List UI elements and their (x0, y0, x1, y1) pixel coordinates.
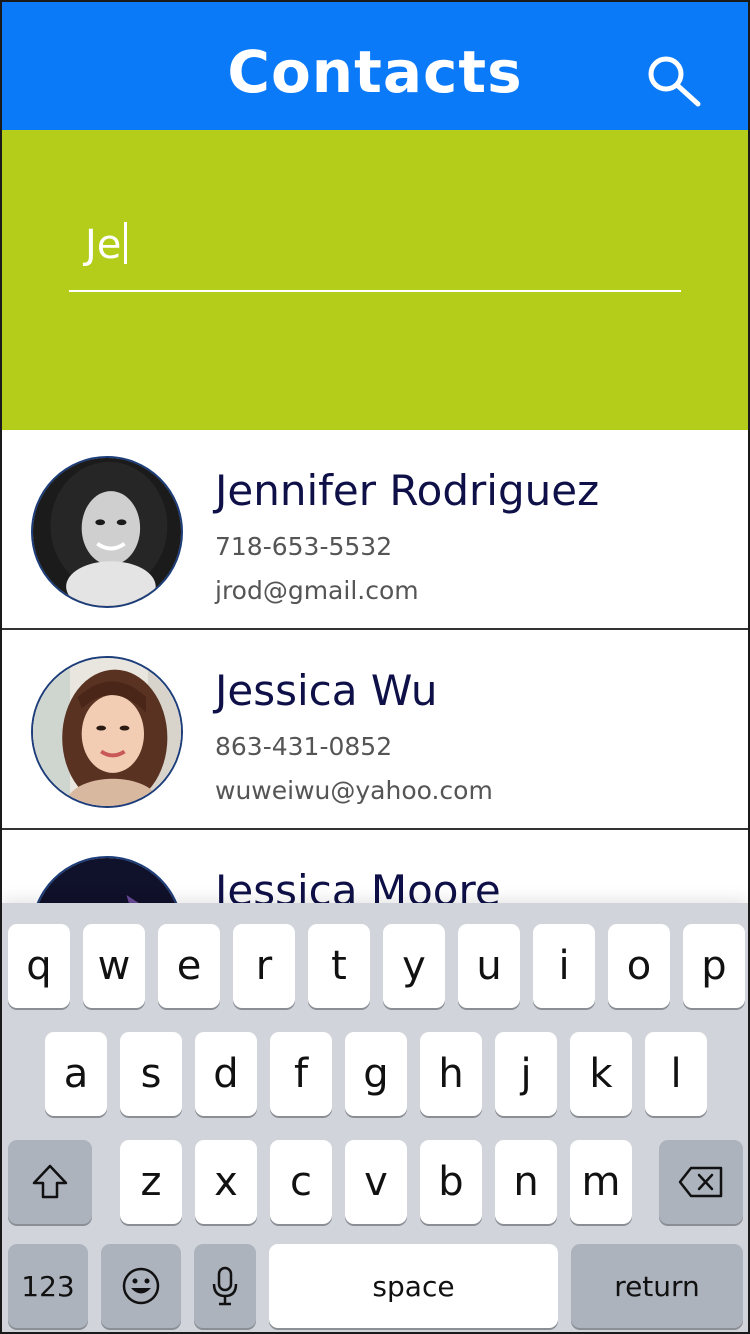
contact-phone: 863-431-0852 (215, 732, 393, 761)
contacts-app: Contacts Je Jennifer Rodriguez 718-653-5… (2, 2, 748, 1332)
numbers-key[interactable]: 123 (8, 1244, 88, 1328)
search-input[interactable]: Je (69, 216, 681, 292)
space-key[interactable]: space (269, 1244, 558, 1328)
contact-name: Jennifer Rodriguez (215, 466, 600, 515)
key-f[interactable]: f (270, 1032, 332, 1116)
avatar (31, 456, 183, 608)
avatar-photo (33, 458, 181, 606)
key-c[interactable]: c (270, 1140, 332, 1224)
contact-phone: 718-653-5532 (215, 532, 393, 561)
key-e[interactable]: e (158, 924, 220, 1008)
key-m[interactable]: m (570, 1140, 632, 1224)
shift-icon (32, 1164, 68, 1199)
emoji-icon (122, 1267, 160, 1305)
delete-key[interactable] (659, 1140, 743, 1224)
key-a[interactable]: a (45, 1032, 107, 1116)
avatar (31, 656, 183, 808)
contact-email: jrod@gmail.com (215, 576, 419, 605)
key-s[interactable]: s (120, 1032, 182, 1116)
key-o[interactable]: o (608, 924, 670, 1008)
key-z[interactable]: z (120, 1140, 182, 1224)
search-panel: Je (2, 130, 748, 430)
search-button[interactable] (644, 52, 704, 112)
on-screen-keyboard: q w e r t y u i o p a s d f g h j k l z … (2, 903, 748, 1332)
key-u[interactable]: u (458, 924, 520, 1008)
key-b[interactable]: b (420, 1140, 482, 1224)
emoji-key[interactable] (101, 1244, 181, 1328)
key-i[interactable]: i (533, 924, 595, 1008)
backspace-icon (678, 1166, 723, 1198)
key-d[interactable]: d (195, 1032, 257, 1116)
key-l[interactable]: l (645, 1032, 707, 1116)
page-title: Contacts (227, 38, 523, 106)
key-h[interactable]: h (420, 1032, 482, 1116)
return-key[interactable]: return (571, 1244, 743, 1328)
microphone-icon (212, 1266, 238, 1306)
key-t[interactable]: t (308, 924, 370, 1008)
dictation-key[interactable] (194, 1244, 256, 1328)
search-input-value: Je (85, 222, 128, 268)
key-g[interactable]: g (345, 1032, 407, 1116)
key-k[interactable]: k (570, 1032, 632, 1116)
key-q[interactable]: q (8, 924, 70, 1008)
search-icon (648, 56, 701, 107)
text-caret (124, 222, 128, 264)
contact-row[interactable]: Jessica Wu 863-431-0852 wuweiwu@yahoo.co… (2, 630, 748, 830)
key-n[interactable]: n (495, 1140, 557, 1224)
app-header: Contacts (2, 2, 748, 130)
shift-key[interactable] (8, 1140, 92, 1224)
key-j[interactable]: j (495, 1032, 557, 1116)
key-x[interactable]: x (195, 1140, 257, 1224)
contact-name: Jessica Wu (215, 666, 438, 715)
key-v[interactable]: v (345, 1140, 407, 1224)
key-p[interactable]: p (683, 924, 745, 1008)
avatar-photo (33, 658, 181, 806)
key-r[interactable]: r (233, 924, 295, 1008)
key-y[interactable]: y (383, 924, 445, 1008)
key-w[interactable]: w (83, 924, 145, 1008)
contact-row[interactable]: Jennifer Rodriguez 718-653-5532 jrod@gma… (2, 430, 748, 630)
contact-email: wuweiwu@yahoo.com (215, 776, 493, 805)
